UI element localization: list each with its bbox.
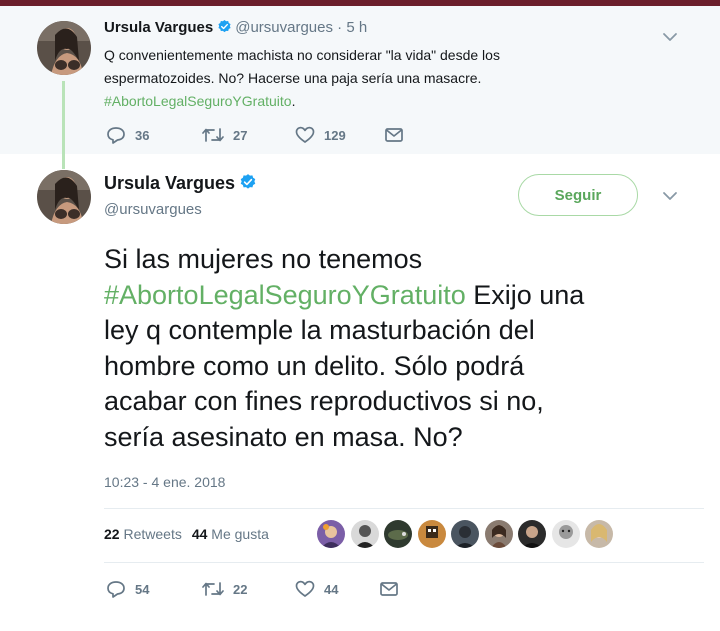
tweet-time[interactable]: 5 h [346,19,367,36]
user-name[interactable]: Ursula Vargues [104,173,235,193]
like-count: 129 [324,127,346,143]
reply-button[interactable]: 36 [106,126,202,144]
thread-connector-line [62,81,65,169]
like-button[interactable]: 44 [295,580,379,598]
envelope-icon [380,582,398,596]
tweet-text-line: Si las mujeres no tenemos [104,244,423,274]
liker-avatar[interactable] [551,520,580,548]
avatar[interactable] [37,170,91,224]
user-handle[interactable]: @ursuvargues [235,19,333,36]
divider [104,508,704,509]
liker-avatar[interactable] [384,520,412,548]
liker-avatar[interactable] [350,520,379,548]
chevron-down-icon[interactable] [661,189,679,203]
retweet-icon [202,582,224,596]
liker-avatar[interactable] [518,520,546,548]
parent-tweet[interactable]: Ursula Vargues @ursuvargues · 5 h Q conve… [0,6,720,169]
verified-badge-icon [217,19,232,38]
divider [104,562,704,563]
reply-icon [107,127,125,144]
tweet-text-line: hombre como un delito. Sólo podrá [104,350,525,381]
like-button[interactable]: 129 [295,126,384,144]
retweets-stat[interactable]: 22 Retweets [104,526,182,542]
like-count: 44 [324,581,339,597]
likes-label: Me gusta [211,526,269,542]
retweet-icon [202,128,224,142]
tweet-timestamp[interactable]: 10:23 - 4 ene. 2018 [104,474,225,490]
message-button[interactable] [384,127,404,143]
tweet-header: Ursula Vargues @ursuvargues · 5 h [104,19,367,38]
reply-count: 36 [135,127,150,143]
likes-count: 44 [191,526,208,542]
liker-avatar[interactable] [585,520,613,548]
liker-avatar[interactable] [417,520,446,548]
tweet-text-suffix: . [291,93,296,109]
tweet-text-line: ley q contemple la masturbación del [104,315,535,345]
hashtag-link[interactable]: #AbortoLegalSeguroYGratuito [104,280,466,310]
tweet-text-line: Q convenientemente machista no considera… [104,47,500,63]
hashtag-link[interactable]: #AbortoLegalSeguroYGratuito [104,93,292,109]
avatar[interactable] [37,21,91,75]
tweet-text: Si las mujeres no tenemos #AbortoLegalSe… [104,242,684,455]
likes-stat[interactable]: 44 Me gusta [192,526,269,542]
heart-icon [295,580,315,597]
verified-badge-icon [239,173,257,196]
retweets-count: 22 [104,526,120,542]
liker-avatar[interactable] [451,520,479,548]
reply-count: 54 [135,581,150,597]
message-button[interactable] [379,581,399,597]
retweet-count: 22 [233,581,248,597]
tweet-stats: 22 Retweets 44 Me gusta [104,526,269,542]
chevron-down-icon[interactable] [661,30,679,44]
tweet-text-fragment: Exijo una [465,279,585,310]
user-name-row: Ursula Vargues [104,173,257,196]
tweet-text-line: sería asesinato en masa. No? [104,421,463,452]
reply-button[interactable]: 54 [106,580,202,598]
tweet-text: Q convenientemente machista no considera… [104,44,574,113]
tweet-text-line: espermatozoides. No? Hacerse una paja se… [104,70,482,86]
liker-avatar[interactable] [484,520,513,548]
follow-button[interactable]: Seguir [518,174,638,216]
tweet-actions: 36 27 129 [106,126,404,144]
envelope-icon [385,128,403,142]
reply-icon [107,581,125,598]
heart-icon [295,126,315,143]
retweet-button[interactable]: 27 [202,127,295,143]
liker-avatar[interactable] [317,520,345,548]
separator: · [337,19,343,36]
retweets-label: Retweets [123,526,182,542]
retweet-button[interactable]: 22 [202,581,295,597]
liker-avatars [317,520,619,548]
tweet-text-line: acabar con fines reproductivos si no, [104,386,544,416]
retweet-count: 27 [233,127,248,143]
user-name[interactable]: Ursula Vargues [104,19,213,36]
user-handle[interactable]: @ursuvargues [104,201,202,218]
tweet-actions: 54 22 44 [106,580,399,598]
